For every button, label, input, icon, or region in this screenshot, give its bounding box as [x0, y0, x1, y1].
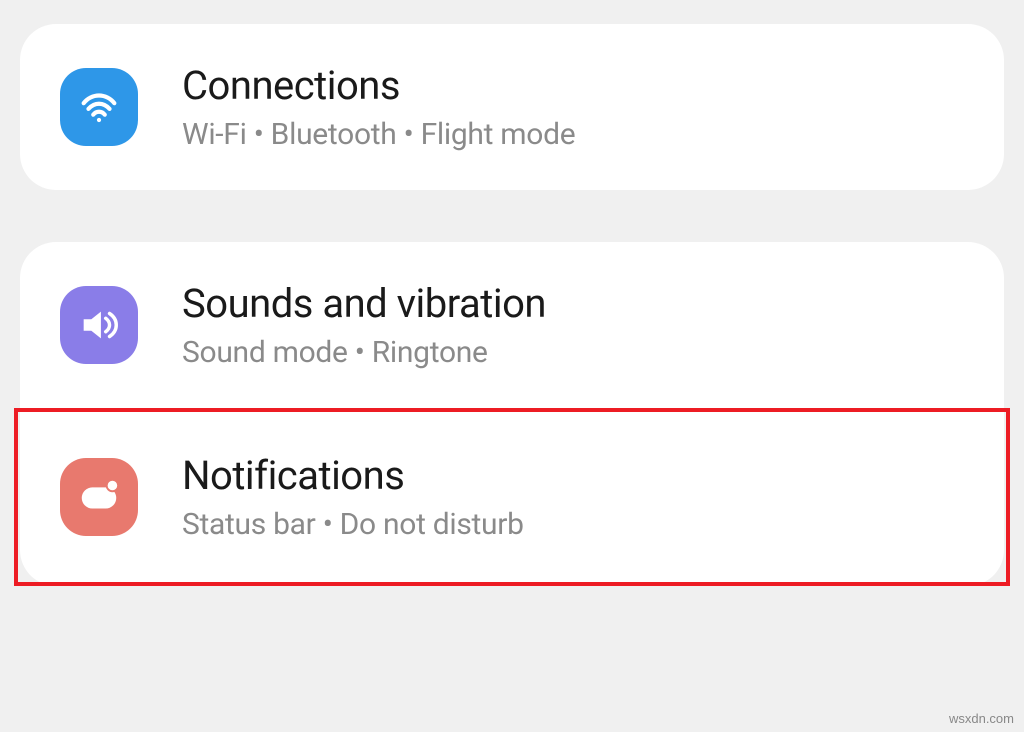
connections-text: Connections Wi-Fi • Bluetooth • Flight m…: [182, 62, 575, 152]
notifications-text: Notifications Status bar • Do not distur…: [182, 452, 524, 542]
sounds-text: Sounds and vibration Sound mode • Ringto…: [182, 280, 546, 370]
settings-list: Connections Wi-Fi • Bluetooth • Flight m…: [0, 0, 1024, 656]
settings-item-sounds[interactable]: Sounds and vibration Sound mode • Ringto…: [20, 242, 1004, 408]
settings-item-notifications[interactable]: Notifications Status bar • Do not distur…: [20, 414, 1004, 580]
connections-title: Connections: [182, 62, 575, 109]
notifications-subtitle: Status bar • Do not disturb: [182, 507, 524, 542]
watermark: wsxdn.com: [949, 711, 1014, 726]
connections-card: Connections Wi-Fi • Bluetooth • Flight m…: [20, 24, 1004, 190]
notifications-icon: [60, 458, 138, 536]
notifications-title: Notifications: [182, 452, 524, 499]
settings-item-connections[interactable]: Connections Wi-Fi • Bluetooth • Flight m…: [20, 24, 1004, 190]
notifications-highlight: Notifications Status bar • Do not distur…: [14, 408, 1010, 586]
volume-icon: [60, 286, 138, 364]
wifi-icon: [60, 68, 138, 146]
sounds-title: Sounds and vibration: [182, 280, 546, 327]
connections-subtitle: Wi-Fi • Bluetooth • Flight mode: [182, 117, 575, 152]
sounds-subtitle: Sound mode • Ringtone: [182, 335, 546, 370]
sounds-notifications-card: Sounds and vibration Sound mode • Ringto…: [20, 242, 1004, 586]
